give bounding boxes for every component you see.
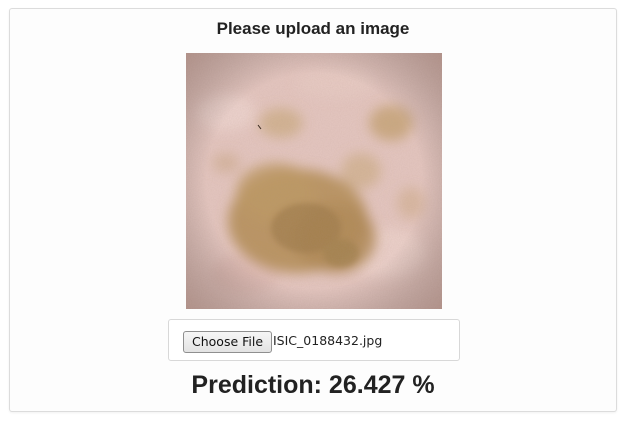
upload-card: Please upload an image Choose File ISIC_… bbox=[9, 8, 617, 412]
selected-file-name: ISIC_0188432.jpg bbox=[273, 333, 383, 348]
uploaded-image bbox=[186, 53, 442, 309]
page-title: Please upload an image bbox=[216, 19, 410, 38]
file-upload-field[interactable]: Choose File ISIC_0188432.jpg bbox=[168, 319, 460, 361]
choose-file-button[interactable]: Choose File bbox=[183, 331, 273, 353]
prediction-result: Prediction: 26.427 % bbox=[191, 371, 435, 399]
skin-lesion-image bbox=[186, 53, 442, 309]
